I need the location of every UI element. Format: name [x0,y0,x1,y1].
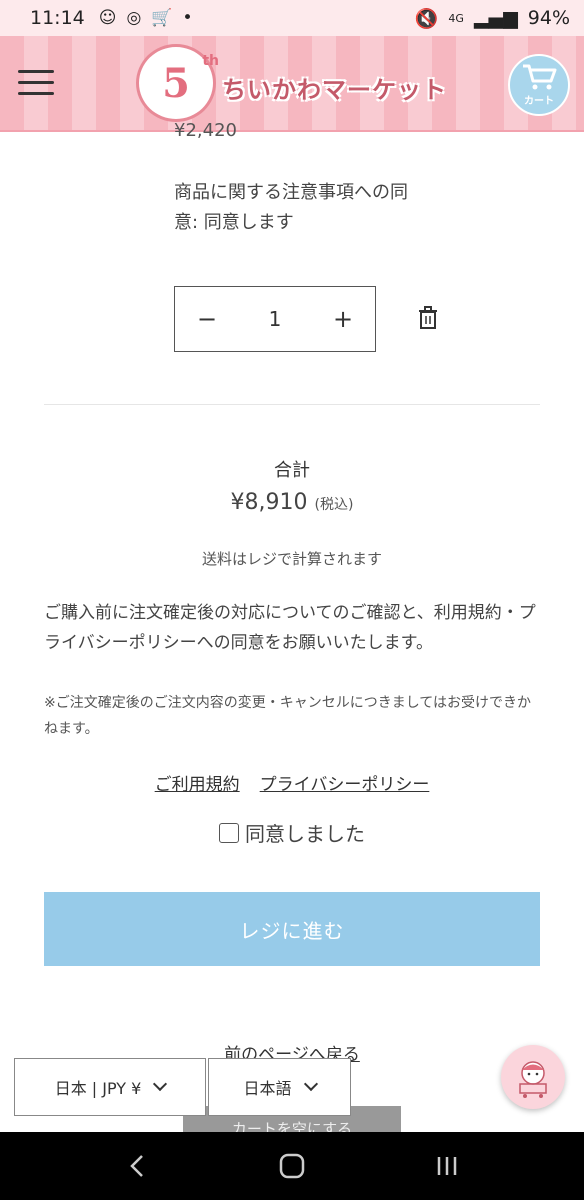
plus-button[interactable]: + [333,305,353,333]
agree-checkbox[interactable] [219,822,239,843]
recents-button[interactable] [427,1146,467,1186]
language-value: 日本語 [243,1079,292,1098]
checkout-button[interactable]: レジに進む [44,892,540,966]
site-logo[interactable]: 5 th ちいかわマーケット [136,42,446,128]
tax-note: (税込) [314,497,354,513]
cart-button[interactable]: カート [508,54,570,116]
back-button[interactable] [117,1146,157,1186]
status-time: 11:14 [30,7,85,29]
agree-checkbox-row[interactable]: 同意しました [0,818,584,847]
mascot-icon [519,1061,547,1098]
menu-button[interactable] [18,70,54,98]
home-icon [279,1153,305,1179]
agreement-text: ご購入前に注文確定後の対応についてのご確認と、利用規約・プライバシーポリシーへの… [44,603,536,653]
minus-button[interactable]: − [197,305,217,333]
anniversary-suffix: th [202,53,219,69]
cart-icon [523,64,557,90]
total-label: 合計 [274,460,310,481]
language-selector[interactable]: 日本語 [208,1058,351,1116]
item-notice: 商品に関する注意事項への同意: 同意します [174,182,408,233]
menu-icon [18,70,54,73]
back-icon [130,1155,144,1177]
anniversary-number: 5 [162,59,190,107]
country-value: 日本 | JPY ¥ [54,1079,142,1098]
home-button[interactable] [272,1146,312,1186]
policy-links: ご利用規約 プライバシーポリシー [0,770,584,795]
chevron-down-icon [153,1076,168,1092]
shipping-note: 送料はレジで計算されます [201,550,382,568]
terms-link[interactable]: ご利用規約 [155,770,240,795]
trash-icon[interactable] [418,306,438,330]
battery-label: 94% [527,7,570,29]
recents-icon [437,1157,456,1175]
country-selector[interactable]: 日本 | JPY ¥ [14,1058,206,1116]
cart-label: カート [524,96,554,107]
signal-icon: ▂▄▆ [473,7,518,29]
system-nav-bar [0,1132,584,1200]
menu-icon-line [18,81,54,84]
cancel-note: ※ご注文確定後のご注文内容の変更・キャンセルにつきましてはお受けできかねます。 [44,695,532,737]
total-value-row: ¥8,910 (税込) [0,490,584,515]
item-price: ¥2,420 [174,120,237,141]
chevron-down-icon [303,1076,318,1092]
logo-text: ちいかわマーケット [222,76,447,104]
notification-icon: ☺ [98,8,117,28]
agree-checkbox-label[interactable]: 同意しました [245,818,365,847]
anniversary-badge: 5 th [136,44,219,122]
status-bar: 11:14 ☺ ◎ 🛒 • 🔇 4G ▂▄▆ 94% [0,0,584,36]
network-label: 4G [448,11,464,25]
mute-icon: 🔇 [414,7,439,30]
privacy-link[interactable]: プライバシーポリシー [260,770,430,795]
mascot-cart-button[interactable] [501,1045,565,1109]
menu-icon-line [18,92,54,95]
quantity-value[interactable]: 1 [269,307,282,331]
total-value: ¥8,910 [230,490,308,515]
status-right: 🔇 4G ▂▄▆ 94% [415,7,570,30]
quantity-stepper: − 1 + [174,286,376,352]
divider [44,404,540,405]
notification-icons: ☺ ◎ 🛒 • [99,8,193,28]
dot-icon: • [182,8,193,28]
site-header: 5 th ちいかわマーケット カート [0,36,584,132]
cart-notification-icon: 🛒 [151,8,173,28]
search-app-icon: ◎ [126,8,142,28]
